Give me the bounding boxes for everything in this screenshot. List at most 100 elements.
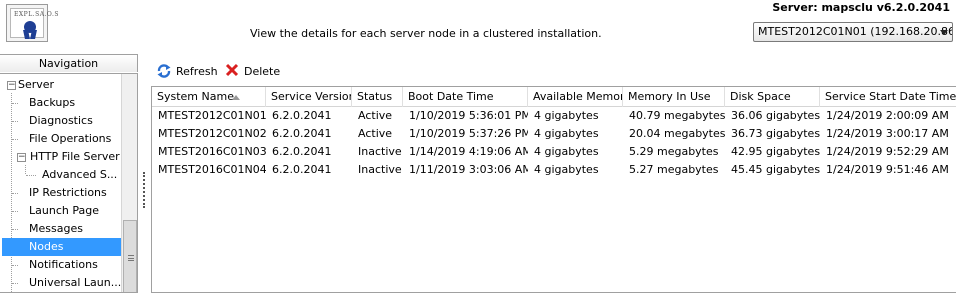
column-header-status[interactable]: Status [352,87,403,107]
cell-status: Active [358,109,393,122]
cell-available-memory: 4 gigabytes [534,163,599,176]
cell-system-name: MTEST2016C01N03 [158,145,266,158]
tree-line [12,193,18,194]
node-selector-value: MTEST2012C01N01 (192.168.20.86) [758,25,953,38]
cell-available-memory: 4 gigabytes [534,145,599,158]
column-header-system-name[interactable]: System Name [152,87,266,107]
cell-disk-space: 36.73 gigabytes [731,127,820,140]
nav-item-launch-page[interactable]: Launch Page [29,202,99,220]
cell-service-start-date-time: 1/24/2019 3:00:17 AM [826,127,949,140]
cell-status: Active [358,127,393,140]
tree-line [12,283,18,284]
delete-icon [225,63,239,77]
cell-disk-space: 42.95 gigabytes [731,145,820,158]
collapse-server-icon[interactable]: − [7,81,16,90]
column-header-disk-space[interactable]: Disk Space [725,87,820,107]
nav-item-label: Diagnostics [29,114,93,127]
table-row[interactable]: MTEST2016C01N03 6.2.0.2041 Inactive 1/14… [152,143,956,161]
cell-status: Inactive [358,145,402,158]
cell-memory-in-use: 20.04 megabytes [629,127,725,140]
tree-line [25,165,26,174]
cell-service-version: 6.2.0.2041 [272,145,332,158]
cell-system-name: MTEST2012C01N02 [158,127,266,140]
nav-item-universal-launch[interactable]: Universal Laun... [29,274,121,292]
nav-item-advanced-settings[interactable]: Advanced S... [42,166,117,184]
nav-item-ip-restrictions[interactable]: IP Restrictions [29,184,107,202]
nodes-table: System Name Service Version Status Boot … [151,86,956,293]
cell-service-version: 6.2.0.2041 [272,109,332,122]
refresh-button[interactable]: Refresh [156,62,218,80]
navigation-header: Navigation [0,54,138,72]
nav-item-backups[interactable]: Backups [29,94,75,112]
cell-memory-in-use: 40.79 megabytes [629,109,725,122]
table-row[interactable]: MTEST2012C01N02 6.2.0.2041 Active 1/10/2… [152,125,956,143]
sort-ascending-icon [232,95,240,100]
nav-item-label: Server [18,78,55,91]
refresh-label: Refresh [176,65,218,78]
page-description: View the details for each server node in… [250,27,602,40]
nav-scrollbar-thumb[interactable] [123,220,137,292]
chevron-down-icon [940,30,948,35]
server-title: Server: mapsclu v6.2.0.2041 [772,1,950,14]
tree-line [12,121,18,122]
cell-service-start-date-time: 1/24/2019 9:51:46 AM [826,163,949,176]
certificate-icon: EXPL.SA.O.S [10,8,59,39]
navigation-tree: − Server Backups Diagnostics File Operat… [0,73,138,293]
cell-boot-date-time: 1/10/2019 5:36:01 PM [409,109,528,122]
nav-item-messages[interactable]: Messages [29,220,83,238]
column-header-service-version[interactable]: Service Version [266,87,352,107]
nav-item-label: IP Restrictions [29,186,107,199]
grip-icon [128,255,134,261]
ribbon-right [30,30,37,39]
nav-item-label: Advanced S... [42,168,118,181]
delete-label: Delete [244,65,281,78]
nav-item-nodes[interactable]: Nodes [2,238,121,256]
tree-line [12,103,18,104]
app-logo: EXPL.SA.O.S [6,4,59,42]
nav-item-file-operations[interactable]: File Operations [29,130,111,148]
cell-available-memory: 4 gigabytes [534,127,599,140]
cell-boot-date-time: 1/14/2019 4:19:06 AM [409,145,528,158]
tree-line [26,175,36,176]
cell-disk-space: 45.45 gigabytes [731,163,820,176]
tree-line [12,211,18,212]
nav-item-notifications[interactable]: Notifications [29,256,98,274]
column-header-boot-date-time[interactable]: Boot Date Time [403,87,528,107]
table-row[interactable]: MTEST2012C01N01 6.2.0.2041 Active 1/10/2… [152,107,956,125]
nav-item-diagnostics[interactable]: Diagnostics [29,112,93,130]
cell-service-version: 6.2.0.2041 [272,163,332,176]
tree-line [12,265,18,266]
column-header-available-memory[interactable]: Available Memory [528,87,623,107]
refresh-icon [157,64,171,78]
tree-line [12,229,18,230]
nav-item-label: Launch Page [29,204,99,217]
cell-memory-in-use: 5.27 megabytes [629,163,719,176]
cell-system-name: MTEST2012C01N01 [158,109,266,122]
nav-item-label: Messages [29,222,83,235]
cell-boot-date-time: 1/10/2019 5:37:26 PM [409,127,528,140]
cell-disk-space: 36.06 gigabytes [731,109,820,122]
cell-service-version: 6.2.0.2041 [272,127,332,140]
table-header: System Name Service Version Status Boot … [152,87,956,107]
node-selector[interactable]: MTEST2012C01N01 (192.168.20.86) [753,22,953,42]
cell-boot-date-time: 1/11/2019 3:03:06 AM [409,163,528,176]
cell-service-start-date-time: 1/24/2019 2:00:09 AM [826,109,949,122]
cell-status: Inactive [358,163,402,176]
nav-item-label: Nodes [29,240,64,253]
delete-button[interactable]: Delete [225,62,281,80]
cell-memory-in-use: 5.29 megabytes [629,145,719,158]
cell-available-memory: 4 gigabytes [534,109,599,122]
collapse-http-file-server-icon[interactable]: − [17,153,26,162]
column-header-service-start-date-time[interactable]: Service Start Date Time [820,87,956,107]
nav-item-label: Notifications [29,258,98,271]
nav-item-label: HTTP File Server [30,150,120,163]
logo-text: EXPL.SA.O.S [14,11,60,18]
column-header-memory-in-use[interactable]: Memory In Use [623,87,725,107]
nav-item-label: Universal Laun... [29,276,122,289]
nav-scrollbar[interactable] [121,74,137,292]
nav-item-label: Backups [29,96,76,109]
panel-splitter[interactable] [143,172,146,208]
nav-item-http-file-server[interactable]: HTTP File Server [30,148,120,166]
table-row[interactable]: MTEST2016C01N04 6.2.0.2041 Inactive 1/11… [152,161,956,179]
nav-item-server[interactable]: Server [18,76,54,94]
